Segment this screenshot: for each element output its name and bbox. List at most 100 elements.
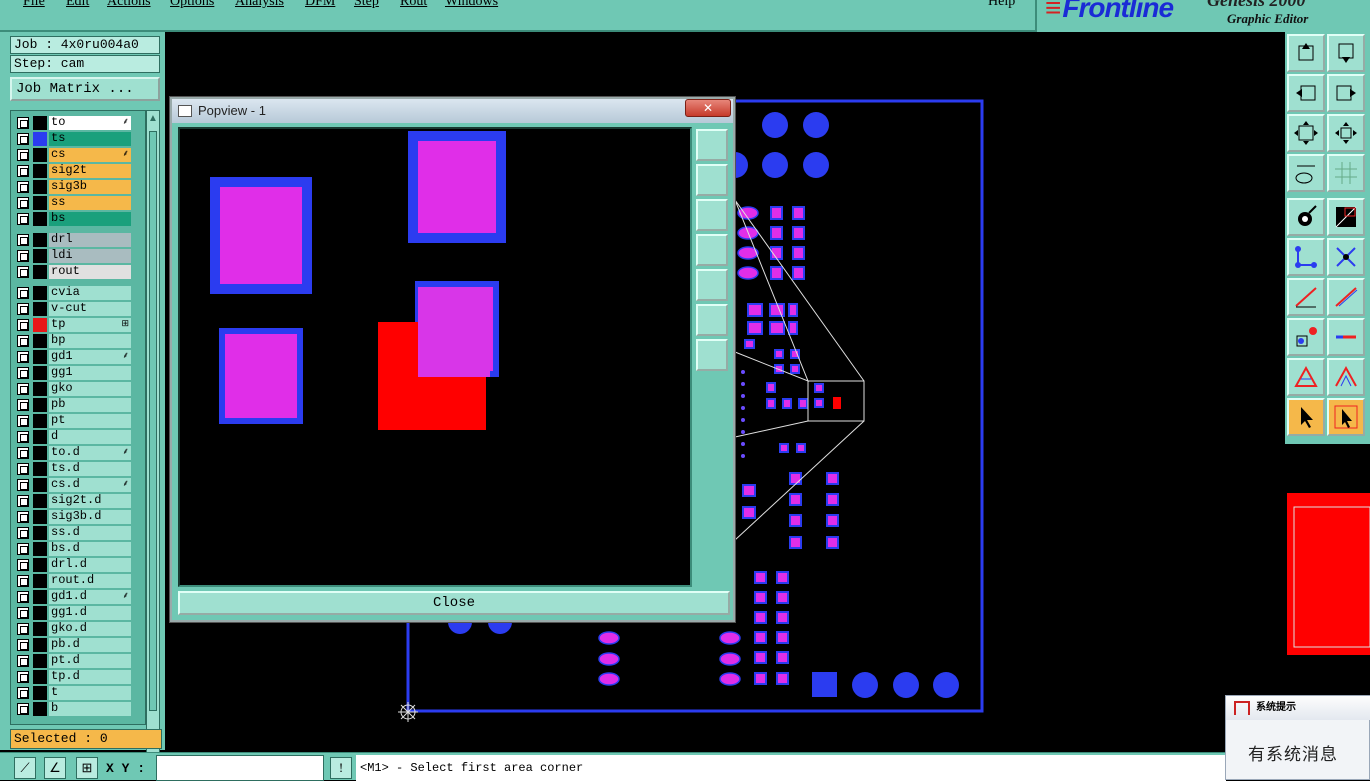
layer-color-swatch[interactable] [33,510,47,524]
layer-color-swatch[interactable] [33,196,47,210]
layer-row[interactable]: b [11,701,145,717]
layer-color-swatch[interactable] [33,558,47,572]
layer-name[interactable]: to ⸙ [49,116,131,130]
layer-checkbox[interactable] [17,303,29,315]
polygon-tool-icon[interactable] [1327,358,1365,396]
layer-color-swatch[interactable] [33,542,47,556]
layer-name[interactable]: cs ⸙ [49,148,131,162]
layer-checkbox[interactable] [17,399,29,411]
layer-name[interactable]: gd1.d ⸙ [49,590,131,604]
popview-pan-right-button[interactable] [696,269,728,301]
layer-row[interactable]: rout [11,264,145,280]
system-notification[interactable]: 系统提示 有系统消息 [1225,695,1370,780]
layer-row[interactable]: rout.d [11,573,145,589]
layer-row[interactable]: gko [11,381,145,397]
pad-tool-icon[interactable] [1287,318,1325,356]
layer-checkbox[interactable] [17,527,29,539]
pan-down-button[interactable] [1327,34,1365,72]
layer-name[interactable]: bs.d [49,542,131,556]
layer-row[interactable]: bp [11,333,145,349]
layer-name[interactable]: v-cut [49,302,131,316]
xy-input[interactable] [156,755,324,781]
menu-options[interactable]: Options [170,0,214,10]
layer-name[interactable]: drl.d [49,558,131,572]
layer-row[interactable]: pt [11,413,145,429]
scroll-up-icon[interactable]: ▲ [148,113,158,124]
layer-row[interactable]: ss [11,195,145,211]
layer-color-swatch[interactable] [33,265,47,279]
layer-row[interactable]: gg1.d [11,605,145,621]
layer-color-swatch[interactable] [33,526,47,540]
layer-row[interactable]: cs ⸙ [11,147,145,163]
menu-actions[interactable]: Actions [107,0,151,10]
layer-row[interactable]: tp.d [11,669,145,685]
layer-row[interactable]: tp ⊞ [11,317,145,333]
layer-checkbox[interactable] [17,213,29,225]
layer-checkbox[interactable] [17,479,29,491]
menu-edit[interactable]: Edit [66,0,89,10]
popview-zoom-out-button[interactable] [696,339,728,371]
layer-checkbox[interactable] [17,607,29,619]
layer-checkbox[interactable] [17,266,29,278]
info-icon[interactable]: ! [330,757,352,779]
layer-row[interactable]: cs.d ⸙ [11,477,145,493]
layer-color-swatch[interactable] [33,164,47,178]
layer-row[interactable]: sig2t [11,163,145,179]
layer-row[interactable]: sig2t.d [11,493,145,509]
grid-icon[interactable] [1327,154,1365,192]
layer-row[interactable]: d [11,429,145,445]
layer-name[interactable]: sig3b.d [49,510,131,524]
layer-color-swatch[interactable] [33,478,47,492]
layer-row[interactable]: to ⸙ [11,115,145,131]
popview-pan-down-button[interactable] [696,199,728,231]
popview-zoom-in-button[interactable] [696,304,728,336]
layer-name[interactable]: tp ⊞ [49,318,131,332]
layer-checkbox[interactable] [17,495,29,507]
layer-color-swatch[interactable] [33,132,47,146]
layer-checkbox[interactable] [17,687,29,699]
pan-left-button[interactable] [1287,74,1325,112]
layer-color-swatch[interactable] [33,366,47,380]
layer-row[interactable]: gg1 [11,365,145,381]
layer-checkbox[interactable] [17,133,29,145]
layer-color-swatch[interactable] [33,180,47,194]
select-arrow-icon[interactable] [1287,398,1325,436]
window-close-button[interactable]: ✕ [685,99,731,117]
layer-row[interactable]: v-cut [11,301,145,317]
layer-color-swatch[interactable] [33,686,47,700]
popview-pan-up-button[interactable] [696,164,728,196]
layer-color-swatch[interactable] [33,638,47,652]
layer-checkbox[interactable] [17,335,29,347]
cross-icon[interactable] [1327,238,1365,276]
layer-name[interactable]: to.d ⸙ [49,446,131,460]
layer-row[interactable]: ss.d [11,525,145,541]
select-area-icon[interactable] [1327,398,1365,436]
zoom-fit-button[interactable] [1287,114,1325,152]
layer-name[interactable]: pb.d [49,638,131,652]
layer-name[interactable]: gko [49,382,131,396]
menu-windows[interactable]: Windows [445,0,498,10]
menu-help[interactable]: Help [988,0,1015,10]
layer-name[interactable]: drl [49,233,131,247]
layer-checkbox[interactable] [17,287,29,299]
layer-color-swatch[interactable] [33,212,47,226]
layer-color-swatch[interactable] [33,116,47,130]
line-mode-icon[interactable]: ⟋ [14,757,36,779]
layer-checkbox[interactable] [17,149,29,161]
menu-rout[interactable]: Rout [400,0,427,10]
layer-name[interactable]: b [49,702,131,716]
layer-color-swatch[interactable] [33,494,47,508]
line-tool-icon[interactable] [1287,278,1325,316]
layer-color-swatch[interactable] [33,398,47,412]
layer-row[interactable]: drl [11,232,145,248]
layer-name[interactable]: t [49,686,131,700]
layer-checkbox[interactable] [17,117,29,129]
layer-checkbox[interactable] [17,703,29,715]
arc-tool-icon[interactable] [1327,278,1365,316]
layer-color-swatch[interactable] [33,574,47,588]
layer-checkbox[interactable] [17,623,29,635]
layer-row[interactable]: gd1 ⸙ [11,349,145,365]
popview-pan-left-button[interactable] [696,234,728,266]
layer-checkbox[interactable] [17,559,29,571]
layer-row[interactable]: to.d ⸙ [11,445,145,461]
